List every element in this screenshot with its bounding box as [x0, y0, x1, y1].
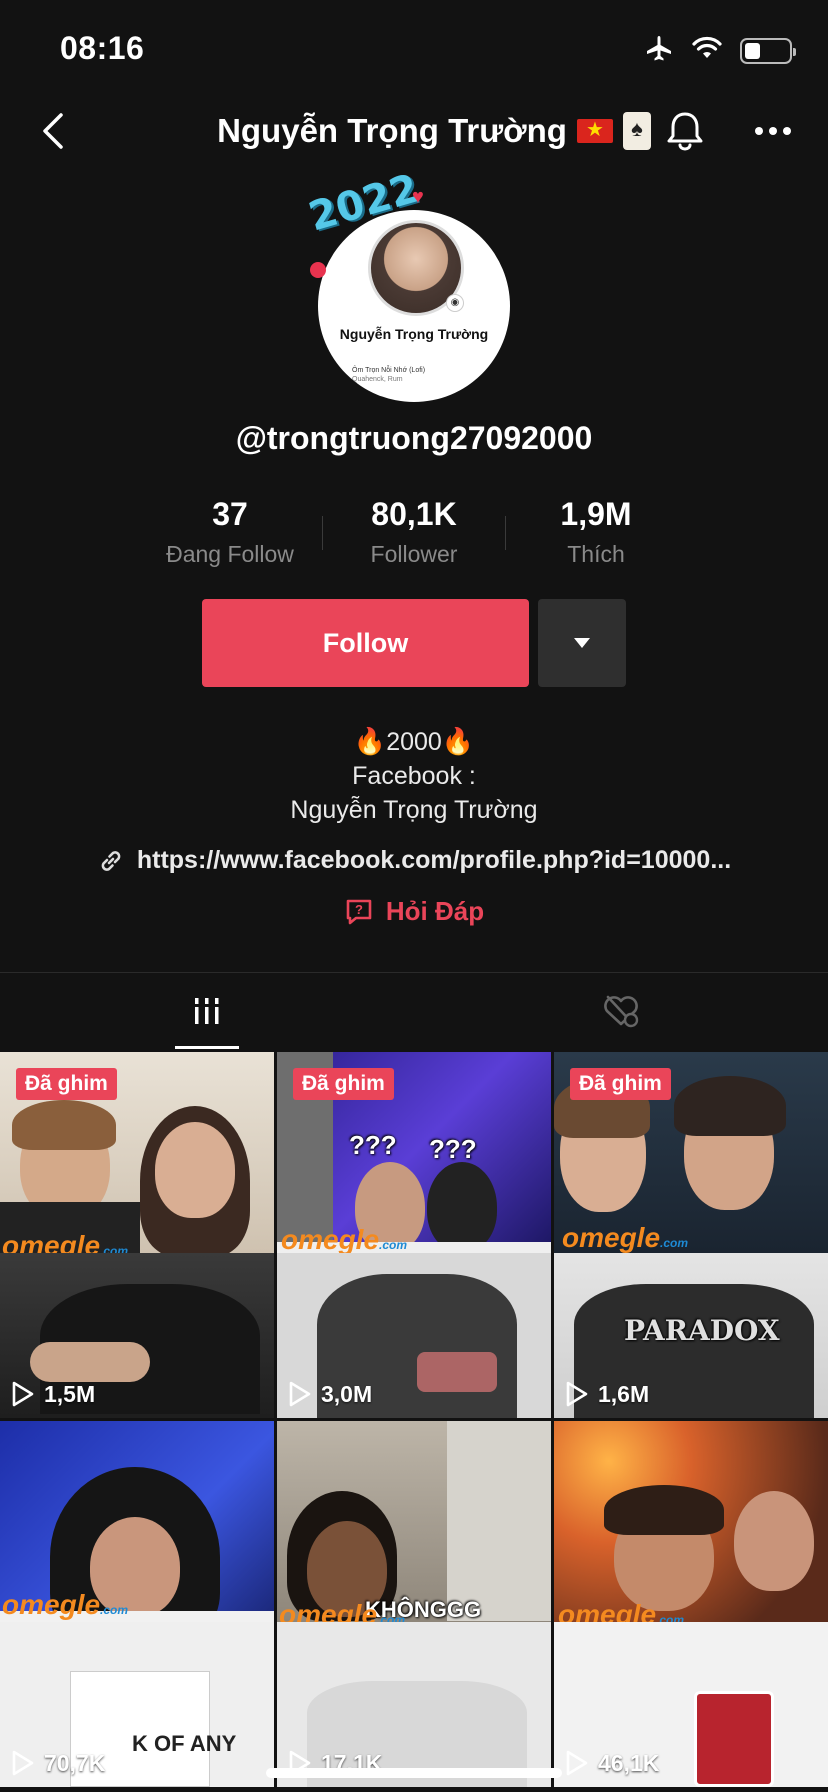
bio-line-3: Nguyễn Trọng Trường — [290, 796, 538, 824]
bio: 🔥2000🔥 Facebook : Nguyễn Trọng Trường — [0, 724, 828, 827]
video-tile[interactable]: KHÔNGGG omegle.com 17,1K — [277, 1421, 551, 1787]
video-caption: ??? — [349, 1130, 397, 1160]
video-tile[interactable]: omegle.com PARADOX Đã ghim 1,6M — [554, 1052, 828, 1418]
video-tile[interactable]: omegle.com Đã ghim 1,5M — [0, 1052, 274, 1418]
pinned-badge: Đã ghim — [16, 1068, 117, 1100]
video-tile[interactable]: omegle.com 46,1K — [554, 1421, 828, 1787]
play-icon — [289, 1381, 311, 1407]
profile-name-title: Nguyễn Trọng Trường — [217, 112, 567, 149]
play-icon — [566, 1381, 588, 1407]
fire-icon: 🔥 — [353, 726, 387, 756]
omegle-watermark: omegle.com — [281, 1224, 408, 1255]
omegle-watermark: omegle.com — [2, 1589, 129, 1620]
stat-value: 1,9M — [560, 496, 632, 532]
avatar-card-song: Ôm Trọn Nỗi Nhớ (Lofi) Quahenck, Rum — [352, 367, 426, 383]
top-nav: Nguyễn Trọng Trường — [0, 96, 828, 168]
notification-bell-button[interactable] — [660, 106, 710, 156]
follow-button[interactable]: Follow — [202, 599, 529, 687]
video-caption: ??? — [429, 1134, 477, 1164]
view-count: 3,0M — [287, 1380, 372, 1408]
heart-icon: ♥ — [412, 186, 424, 208]
bell-icon — [667, 112, 703, 151]
link-icon — [101, 850, 121, 871]
qa-label: Hỏi Đáp — [385, 896, 485, 926]
video-tile[interactable]: omegle.com K OF ANY 70,7K — [0, 1421, 274, 1787]
caret-down-icon — [574, 638, 590, 648]
bio-link[interactable]: https://www.facebook.com/profile.php?id=… — [0, 846, 828, 875]
stats-row: 37 Đang Follow 80,1K Follower 1,9M Thích — [0, 496, 828, 568]
card-icon — [622, 112, 651, 150]
liked-tab[interactable] — [414, 973, 828, 1049]
airplane-icon — [644, 34, 674, 67]
more-options-button[interactable] — [748, 106, 798, 156]
view-count: 46,1K — [564, 1749, 659, 1777]
avatar-card-name: Nguyễn Trọng Trường — [339, 326, 489, 342]
view-count: 1,5M — [10, 1380, 95, 1408]
card-text: K OF ANY — [132, 1731, 237, 1756]
more-icon — [755, 127, 763, 135]
battery-fill — [745, 42, 760, 59]
stat-value: 80,1K — [371, 496, 457, 532]
stat-followers[interactable]: 80,1K Follower — [324, 496, 504, 568]
stat-divider — [322, 516, 323, 550]
qa-button[interactable]: ? Hỏi Đáp — [0, 896, 828, 927]
shirt-text: PARADOX — [624, 1314, 780, 1347]
video-grid: omegle.com Đã ghim 1,5M ??? ??? omegle.c… — [0, 1052, 828, 1792]
avatar-circle: ◉ Nguyễn Trọng Trường Ôm Trọn Nỗi Nhớ (L… — [318, 210, 510, 402]
stat-label: Đang Follow — [166, 541, 294, 567]
stat-label: Follower — [370, 541, 458, 567]
profile-avatar[interactable]: ◉ Nguyễn Trọng Trường Ôm Trọn Nỗi Nhớ (L… — [300, 166, 530, 410]
bio-line-2: Facebook : — [352, 762, 476, 790]
decor-dot — [310, 262, 326, 278]
active-tab-underline — [175, 1046, 239, 1049]
camera-icon: ◉ — [446, 294, 464, 312]
hidden-heart-icon — [604, 995, 639, 1028]
play-icon — [566, 1750, 588, 1776]
bio-link-text: https://www.facebook.com/profile.php?id=… — [136, 846, 732, 874]
view-count: 70,7K — [10, 1749, 105, 1777]
grid-icon — [195, 998, 219, 1024]
videos-tab[interactable] — [0, 973, 414, 1049]
stat-likes[interactable]: 1,9M Thích — [506, 496, 686, 568]
home-indicator[interactable] — [266, 1768, 562, 1778]
view-count: 1,6M — [564, 1380, 649, 1408]
svg-text:?: ? — [355, 902, 363, 917]
video-tile[interactable]: ??? ??? omegle.com Đã ghim 3,0M — [277, 1052, 551, 1418]
stat-label: Thích — [567, 541, 625, 567]
status-icons — [644, 34, 796, 67]
status-bar: 08:16 — [0, 0, 828, 96]
username: @trongtruong27092000 — [235, 420, 593, 456]
pinned-badge: Đã ghim — [293, 1068, 394, 1100]
flag-vn-icon — [576, 118, 613, 143]
stat-value: 37 — [212, 496, 248, 532]
suggested-accounts-button[interactable] — [538, 599, 626, 687]
bio-line-1: 🔥2000🔥 — [353, 726, 475, 756]
stat-following[interactable]: 37 Đang Follow — [140, 496, 320, 568]
omegle-watermark: omegle.com — [562, 1222, 689, 1253]
status-time: 08:16 — [60, 30, 145, 66]
wifi-icon — [692, 36, 722, 65]
fire-icon: 🔥 — [441, 726, 475, 756]
qa-icon: ? — [346, 899, 372, 924]
play-icon — [12, 1381, 34, 1407]
pinned-badge: Đã ghim — [570, 1068, 671, 1100]
profile-tabs — [0, 973, 828, 1049]
play-icon — [12, 1750, 34, 1776]
battery-icon — [740, 37, 796, 64]
